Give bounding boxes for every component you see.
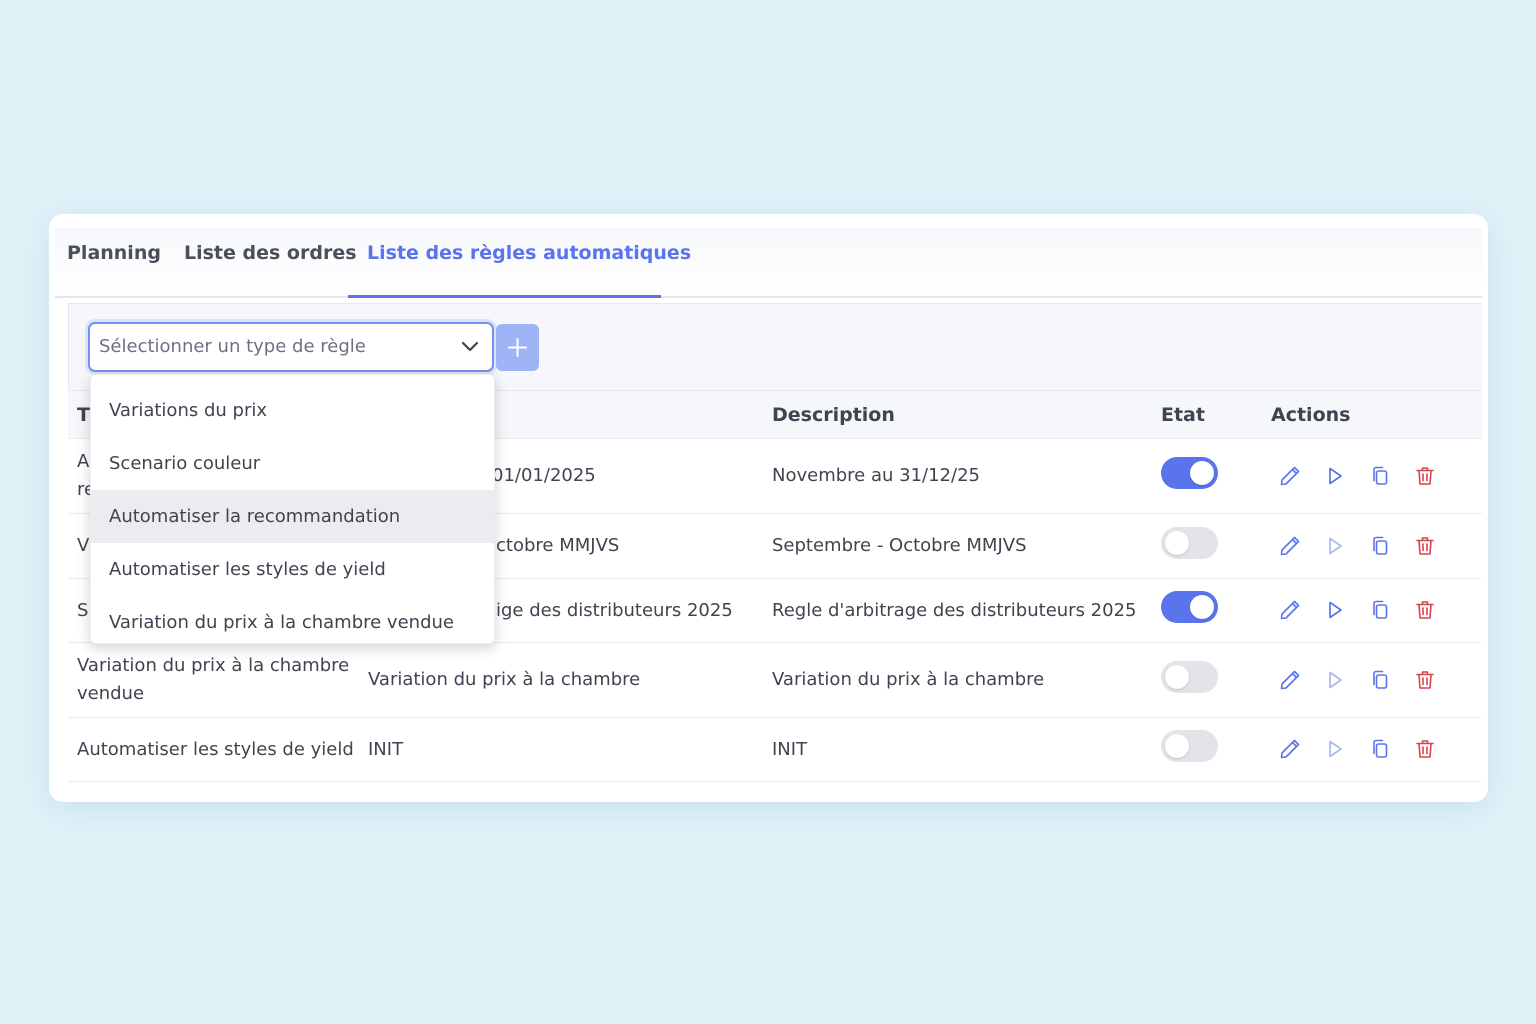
dropdown-option-automate-recommendation[interactable]: Automatiser la recommandation (91, 490, 494, 543)
row-name: INIT (368, 739, 404, 760)
pencil-icon[interactable] (1278, 737, 1302, 761)
copy-icon[interactable] (1368, 668, 1392, 692)
add-rule-button[interactable] (496, 324, 539, 371)
row-description: Novembre au 31/12/25 (772, 465, 980, 486)
tab-bar: Planning Liste des ordres Liste des règl… (55, 228, 1482, 298)
trash-icon[interactable] (1413, 598, 1437, 622)
play-icon[interactable] (1323, 464, 1347, 488)
trash-icon[interactable] (1413, 464, 1437, 488)
row-description: Regle d'arbitrage des distributeurs 2025 (772, 600, 1137, 621)
trash-icon[interactable] (1413, 534, 1437, 558)
toggle-knob (1190, 595, 1214, 619)
rule-type-placeholder: Sélectionner un type de règle (99, 336, 366, 357)
chevron-down-icon (461, 341, 479, 352)
tab-automatic-rules[interactable]: Liste des règles automatiques (367, 228, 691, 298)
plus-icon (508, 338, 527, 357)
trash-icon[interactable] (1413, 737, 1437, 761)
row-name: Variation du prix à la chambre (368, 669, 641, 690)
rule-type-dropdown: Variations du prix Scenario couleur Auto… (90, 374, 495, 644)
tab-orders-list[interactable]: Liste des ordres (184, 228, 357, 298)
status-toggle[interactable] (1161, 527, 1218, 559)
play-icon[interactable] (1323, 598, 1347, 622)
status-toggle[interactable] (1161, 591, 1218, 623)
dropdown-option-room-sold-price-variation[interactable]: Variation du prix à la chambre vendue (91, 596, 494, 649)
pencil-icon[interactable] (1278, 668, 1302, 692)
pencil-icon[interactable] (1278, 534, 1302, 558)
toggle-knob (1165, 531, 1189, 555)
tab-planning[interactable]: Planning (67, 228, 161, 298)
row-type: Automatiser les styles de yield (77, 739, 354, 760)
dropdown-option-automate-yield-styles[interactable]: Automatiser les styles de yield (91, 543, 494, 596)
row-description: Variation du prix à la chambre (772, 669, 1045, 690)
table-row: Variation du prix à la chambre vendue Va… (68, 643, 1482, 718)
toggle-knob (1190, 461, 1214, 485)
play-icon[interactable] (1323, 737, 1347, 761)
active-tab-indicator (348, 295, 661, 298)
rule-type-select[interactable]: Sélectionner un type de règle (88, 322, 494, 372)
copy-icon[interactable] (1368, 464, 1392, 488)
copy-icon[interactable] (1368, 534, 1392, 558)
dropdown-option-price-variations[interactable]: Variations du prix (91, 384, 494, 437)
copy-icon[interactable] (1368, 737, 1392, 761)
row-description: INIT (772, 739, 808, 760)
header-description: Description (772, 404, 895, 426)
pencil-icon[interactable] (1278, 598, 1302, 622)
row-description: Septembre - Octobre MMJVS (772, 535, 1027, 556)
row-type: Variation du prix à la chambre vendue (77, 655, 350, 704)
toggle-knob (1165, 734, 1189, 758)
toggle-knob (1165, 665, 1189, 689)
play-icon[interactable] (1323, 534, 1347, 558)
header-etat: Etat (1161, 404, 1205, 426)
trash-icon[interactable] (1413, 668, 1437, 692)
play-icon[interactable] (1323, 668, 1347, 692)
copy-icon[interactable] (1368, 598, 1392, 622)
status-toggle[interactable] (1161, 661, 1218, 693)
pencil-icon[interactable] (1278, 464, 1302, 488)
dropdown-option-color-scenario[interactable]: Scenario couleur (91, 437, 494, 490)
header-type: T (77, 404, 90, 426)
status-toggle[interactable] (1161, 730, 1218, 762)
table-row: Automatiser les styles de yield INIT INI… (68, 718, 1482, 782)
status-toggle[interactable] (1161, 457, 1218, 489)
header-actions: Actions (1271, 404, 1351, 426)
